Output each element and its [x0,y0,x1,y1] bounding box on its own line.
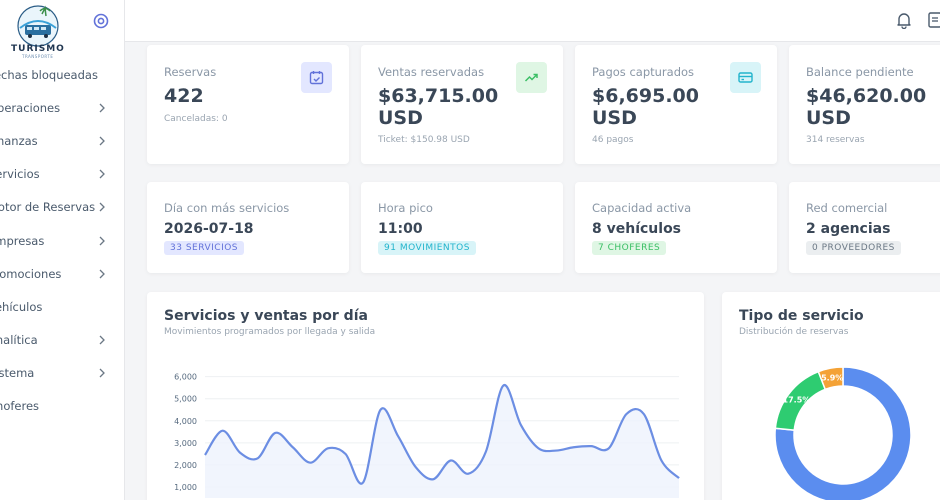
stat-card-pagos: Pagos capturados $6,695.00 USD 46 pagos [575,45,777,164]
chevron-right-icon [99,103,105,113]
highlight-badge: 33 SERVICIOS [164,241,245,255]
sidebar-item-label: Vehículos [0,300,43,314]
stat-value: $46,620.00 [806,85,927,107]
sidebar-item-label: Choferes [0,399,40,413]
line-chart-panel: Servicios y ventas por día Movimientos p… [147,292,704,500]
chevron-right-icon [99,169,105,179]
stat-label: Ventas reservadas [378,65,485,79]
calendar-check-icon [301,62,332,93]
sidebar-item[interactable]: Vehículos [0,296,124,320]
chevron-right-icon [99,236,105,246]
highlight-badge: 91 MOVIMIENTOS [378,241,476,255]
donut-chart-panel: Tipo de servicio Distribución de reserva… [722,292,940,500]
sidebar-collapse-icon[interactable] [93,13,109,29]
sidebar-item[interactable]: Servicios [0,163,124,187]
highlight-value: 8 vehículos [592,221,682,237]
y-tick-label: 6,000 [174,373,197,382]
sidebar-item-label: Servicios [0,167,40,181]
y-tick-label: 1,000 [174,483,197,492]
sidebar-item[interactable]: Finanzas [0,130,124,154]
stat-value-unit: USD [378,107,423,129]
highlight-label: Hora pico [378,201,433,215]
sidebar-item-label: Empresas [0,234,45,248]
sidebar-item[interactable]: Fechas bloqueadas [0,64,124,88]
credit-card-icon [730,62,761,93]
stat-value: 422 [164,85,204,107]
chevron-right-icon [99,136,105,146]
stat-label: Reservas [164,65,217,79]
stat-label: Pagos capturados [592,65,695,79]
donut-slice-label: 17.5% [783,396,811,405]
stat-label: Balance pendiente [806,65,914,79]
highlight-label: Red comercial [806,201,888,215]
sidebar-item-label: Sistema [0,366,35,380]
line-chart: 1,000 2,000 3,000 4,000 5,000 6,000 [174,373,680,498]
y-tick-label: 3,000 [174,439,197,448]
donut-slice-label: 5.9% [821,374,843,383]
brand-name: TURISMO [11,44,65,54]
y-tick-label: 5,000 [174,395,197,404]
sidebar-item-label: Finanzas [0,134,38,148]
stat-value: $6,695.00 [592,85,699,107]
sidebar: TURISMO TRANSPORTE Fechas bloqueadas Oper… [0,0,125,500]
highlight-badge: 7 CHOFERES [592,241,667,255]
donut-chart: 76.5% 17.5% 5.9% [774,366,917,500]
sidebar-item[interactable]: Motor de Reservas [0,196,124,220]
highlight-value: 2 agencias [806,221,891,237]
stat-sub: 46 pagos [592,135,634,145]
sidebar-item-label: Analítica [0,333,38,347]
sidebar-item-label: Promociones [0,267,62,281]
chevron-right-icon [99,202,105,212]
highlight-label: Capacidad activa [592,201,692,215]
stat-value: $63,715.00 [378,85,499,107]
brand-tagline: TRANSPORTE [22,54,54,59]
stat-card-balance: Balance pendiente $46,620.00 USD 314 res… [789,45,940,164]
sidebar-item[interactable]: Analítica [0,329,124,353]
highlight-label: Día con más servicios [164,201,290,215]
sidebar-item[interactable]: Promociones [0,263,124,287]
notes-icon[interactable] [927,11,940,29]
donut-slice-label: 76.5% [889,483,917,492]
stat-sub: Ticket: $150.98 USD [378,135,470,145]
stat-card-reservas: Reservas 422 Canceladas: 0 [147,45,349,164]
stat-card-ventas: Ventas reservadas $63,715.00 USD Ticket:… [361,45,563,164]
highlight-badge: 0 PROVEEDORES [806,241,901,255]
trending-up-icon [516,62,547,93]
sidebar-item[interactable]: Sistema [0,362,124,386]
notification-bell-icon[interactable] [895,11,913,29]
sidebar-item-label: Motor de Reservas [0,200,96,214]
chevron-right-icon [99,368,105,378]
highlight-card-dia: Día con más servicios 2026-07-18 33 SERV… [147,182,349,273]
highlight-card-capacidad: Capacidad activa 8 vehículos 7 CHOFERES [575,182,777,273]
stat-sub: 314 reservas [806,135,865,145]
y-tick-label: 2,000 [174,461,197,470]
chevron-right-icon [99,269,105,279]
stat-sub: Canceladas: 0 [164,114,228,124]
highlight-card-hora: Hora pico 11:00 91 MOVIMIENTOS [361,182,563,273]
sidebar-item-label: Operaciones [0,101,61,115]
highlight-card-red: Red comercial 2 agencias 0 PROVEEDORES [789,182,940,273]
stat-value-unit: USD [592,107,637,129]
chevron-right-icon [99,335,105,345]
sidebar-item[interactable]: Choferes [0,395,124,419]
y-tick-label: 4,000 [174,417,197,426]
highlight-value: 2026-07-18 [164,221,254,237]
topbar [125,0,940,42]
sidebar-item-label: Fechas bloqueadas [0,68,98,82]
highlight-value: 11:00 [378,221,423,237]
sidebar-item[interactable]: Empresas [0,230,124,254]
stat-value-unit: USD [806,107,851,129]
sidebar-item[interactable]: Operaciones [0,97,124,121]
series-area [205,385,679,498]
